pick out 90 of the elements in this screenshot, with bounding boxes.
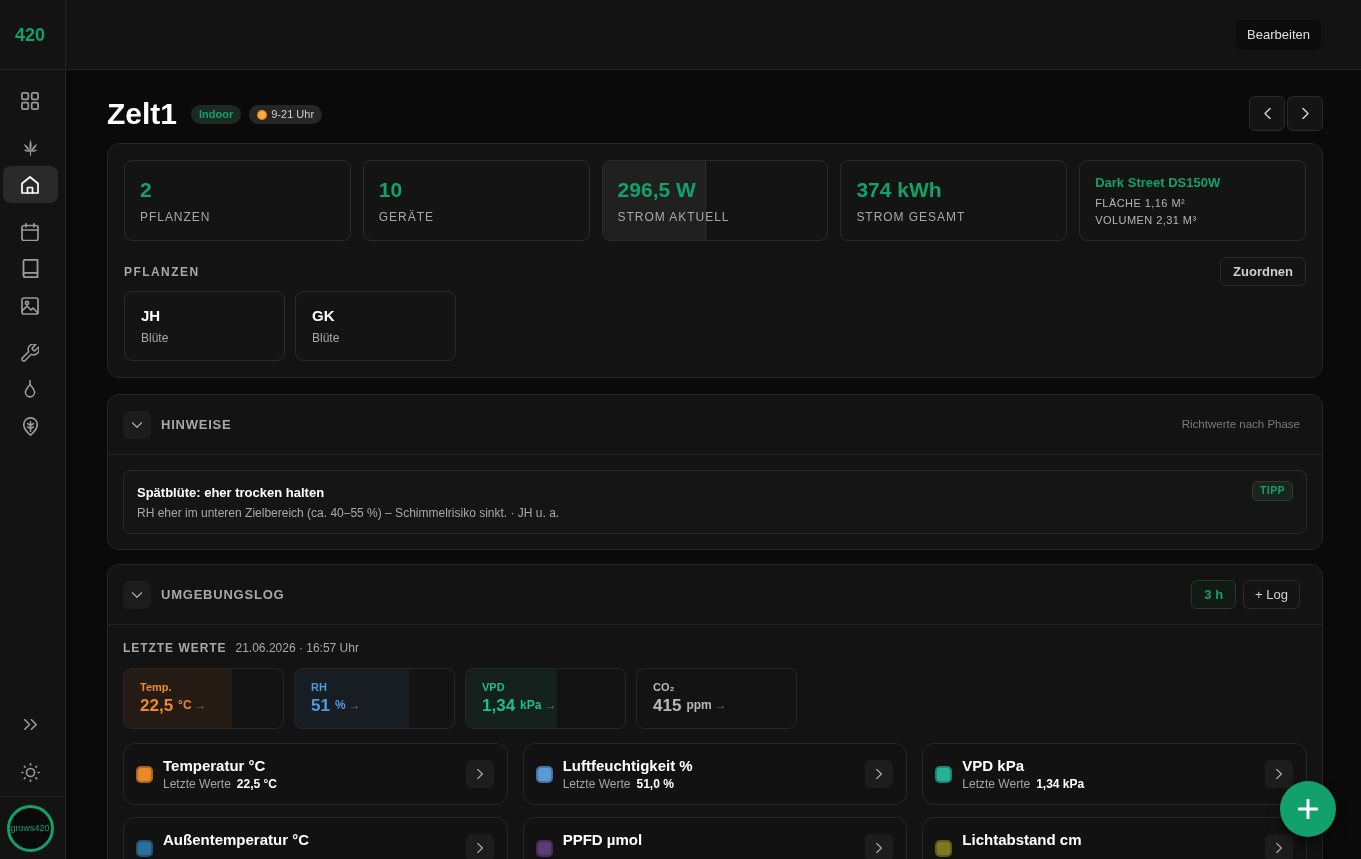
trend-arrow: → — [714, 698, 727, 712]
chevron-right-icon — [1276, 843, 1282, 853]
value-label: Letzte Werte — [562, 776, 631, 793]
hint-note: Richtwerte nach Phase — [1181, 416, 1300, 432]
sun-icon — [257, 109, 268, 120]
home-icon — [21, 175, 39, 194]
lamp-detail: VOLUMEN 2,31 M³ — [1095, 213, 1197, 228]
reading-value: 22,5 — [140, 696, 174, 716]
lamp-detail: FLÄCHE 1,16 M² — [1095, 196, 1186, 211]
reading-unit: kPa — [520, 697, 542, 712]
reading-unit: °C — [178, 697, 192, 712]
reading-label: RH — [311, 680, 327, 694]
chevron-right-icon — [876, 769, 883, 779]
tip-tag: TIPP — [1251, 481, 1293, 501]
trend-arrow: → — [348, 698, 361, 712]
open-button[interactable] — [865, 760, 894, 788]
stat-label: GERÄTE — [378, 209, 434, 225]
sensor-value: 51,0 % — [636, 776, 674, 793]
stat-label: STROM GESAMT — [856, 209, 966, 225]
account-avatar[interactable]: grows420 — [6, 804, 54, 852]
sensor-title: VPD kPa — [962, 756, 1025, 775]
chevron-down-icon — [132, 421, 142, 428]
stat-value: 296,5 W — [617, 177, 696, 203]
sensor-value: 1,34 kPa — [1036, 776, 1085, 793]
stat-label: PFLANZEN — [140, 209, 211, 225]
lamp-name: Dark Street DS150W — [1095, 174, 1221, 192]
value-label: Letzte Werte — [163, 776, 231, 793]
stat-value: 374 kWh — [856, 177, 942, 203]
sensor-title: Luftfeuchtigkeit % — [562, 756, 693, 775]
chevron-down-icon — [132, 591, 142, 598]
reading-value: 51 — [311, 696, 330, 716]
chevron-right-icon — [1301, 108, 1309, 119]
location-badge: Indoor — [191, 105, 242, 124]
assign-button[interactable]: Zuordnen — [1220, 257, 1306, 286]
book-icon — [21, 259, 39, 278]
grid-icon — [21, 91, 39, 110]
sun-icon — [20, 763, 40, 782]
plus-icon — [1298, 799, 1318, 819]
sensor-value: 22,5 °C — [236, 776, 277, 793]
section-heading: PFLANZEN — [124, 263, 200, 281]
reading-unit: % — [334, 697, 346, 712]
hint-title: Spätblüte: eher trocken halten — [137, 484, 325, 502]
drop-icon — [23, 380, 37, 399]
app-logo: 420 — [14, 25, 45, 44]
chevron-right-icon — [476, 843, 483, 853]
chevron-right-icon — [1276, 769, 1282, 779]
sensor-title: Lichtabstand cm — [962, 830, 1082, 849]
reading-label: Temp. — [140, 680, 172, 694]
calendar-icon — [21, 222, 39, 241]
reading-value: 1,34 — [482, 696, 516, 716]
stat-label: STROM AKTUELL — [617, 209, 730, 225]
add-log-button[interactable]: + Log — [1243, 580, 1300, 609]
sensor-title: Temperatur °C — [163, 756, 266, 775]
plant-card[interactable]: GK Blüte — [295, 291, 456, 361]
chevron-right-icon — [876, 843, 883, 853]
trend-arrow: → — [194, 698, 207, 712]
open-button[interactable] — [465, 834, 494, 859]
collapse-toggle[interactable] — [123, 410, 151, 439]
latest-time: 21.06.2026 · 16:57 Uhr — [235, 640, 359, 657]
sensor-title: PPFD µmol — [562, 830, 643, 849]
wrench-icon — [21, 343, 39, 362]
chevron-right-icon — [476, 769, 483, 779]
range-button[interactable]: 3 h — [1191, 580, 1237, 609]
open-button[interactable] — [865, 834, 894, 859]
sidebar-item[interactable] — [2, 166, 58, 203]
trend-arrow: → — [544, 698, 557, 712]
collapse-toggle[interactable] — [123, 580, 151, 609]
section-heading: UMGEBUNGSLOG — [161, 585, 285, 604]
section-heading: HINWEISE — [161, 415, 232, 434]
sensor-title: Außentemperatur °C — [163, 830, 309, 849]
latest-label: LETZTE WERTE — [123, 640, 227, 657]
reading-label: VPD — [482, 680, 505, 694]
page-title: Zelt1 — [107, 98, 178, 129]
reading-value: 415 — [653, 696, 682, 716]
stat-value: 2 — [140, 177, 152, 203]
hint-text: RH eher im unteren Zielbereich (ca. 40–55 %) – Schimmelrisiko sinkt. · JH u. a. — [137, 505, 561, 522]
open-button[interactable] — [1265, 834, 1293, 859]
edit-button[interactable]: Bearbeiten — [1236, 19, 1321, 50]
open-button[interactable] — [465, 760, 494, 788]
chevron-left-icon — [1263, 108, 1271, 119]
leaf-pin-icon — [22, 417, 38, 436]
stat-value: 10 — [378, 177, 403, 203]
double-chevron-icon — [23, 719, 37, 730]
reading-unit: ppm — [686, 697, 712, 712]
reading-label: CO₂ — [653, 680, 675, 694]
value-label: Letzte Werte — [962, 776, 1031, 793]
open-button[interactable] — [1265, 760, 1293, 788]
image-icon — [21, 296, 39, 315]
plant-card[interactable]: JH Blüte — [124, 291, 285, 361]
schedule-text: 9-21 Uhr — [271, 107, 315, 123]
